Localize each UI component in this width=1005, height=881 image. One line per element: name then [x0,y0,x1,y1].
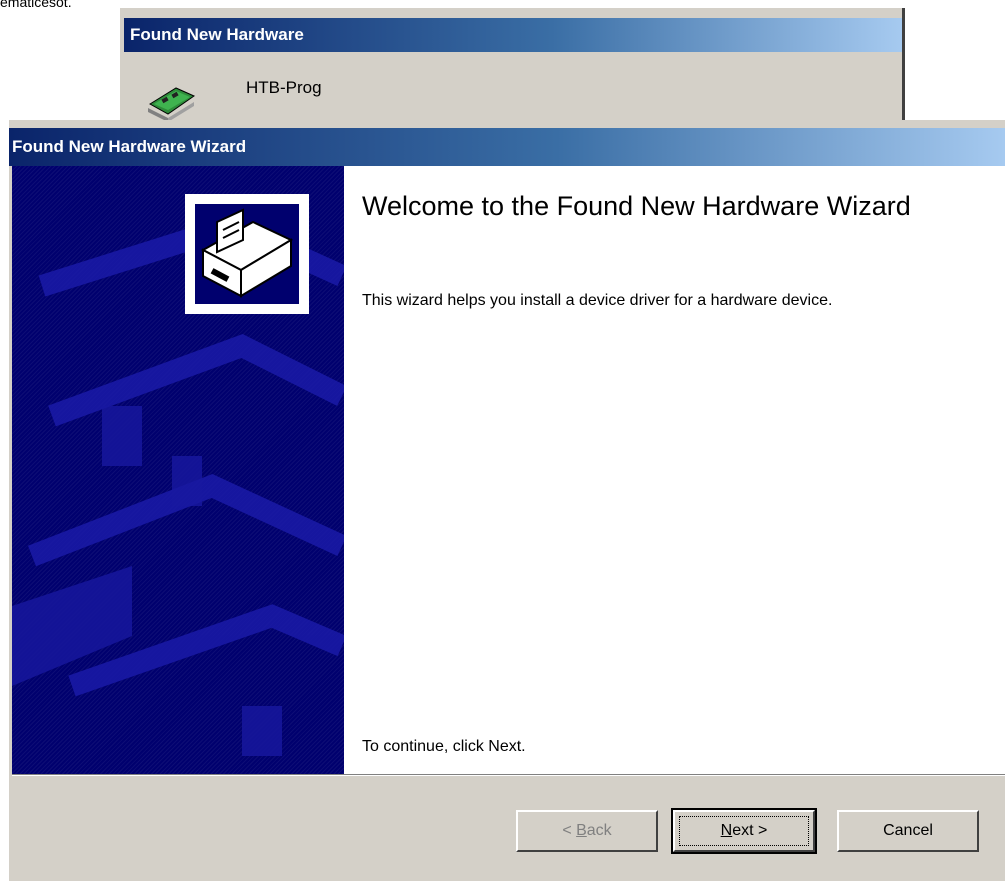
wizard-window: Found New Hardware Wizard Welcome to the… [9,120,1005,881]
device-name: HTB-Prog [246,78,322,97]
hardware-card-icon [146,74,198,122]
background-dialog-title: Found New Hardware [124,18,902,52]
back-button-rest: ack [586,822,612,839]
wizard-heading: Welcome to the Found New Hardware Wizard [362,191,911,221]
background-dialog: Found New Hardware [120,8,905,126]
wizard-content: Welcome to the Found New Hardware Wizard… [344,166,1005,774]
button-separator [12,774,1005,776]
back-button[interactable]: < Back [516,810,658,852]
hardware-wizard-icon [183,192,311,316]
back-button-mnemonic: B [576,822,587,839]
wizard-title-bar[interactable]: Found New Hardware Wizard [9,128,1005,166]
cancel-button[interactable]: Cancel [837,810,979,852]
wizard-description: This wizard helps you install a device d… [362,292,833,309]
next-button[interactable]: Next > [671,808,817,854]
focus-rectangle [679,816,809,846]
top-caption: ematicesot. [0,0,72,8]
continue-instruction: To continue, click Next. [362,738,526,755]
back-button-prefix: < [562,822,577,839]
